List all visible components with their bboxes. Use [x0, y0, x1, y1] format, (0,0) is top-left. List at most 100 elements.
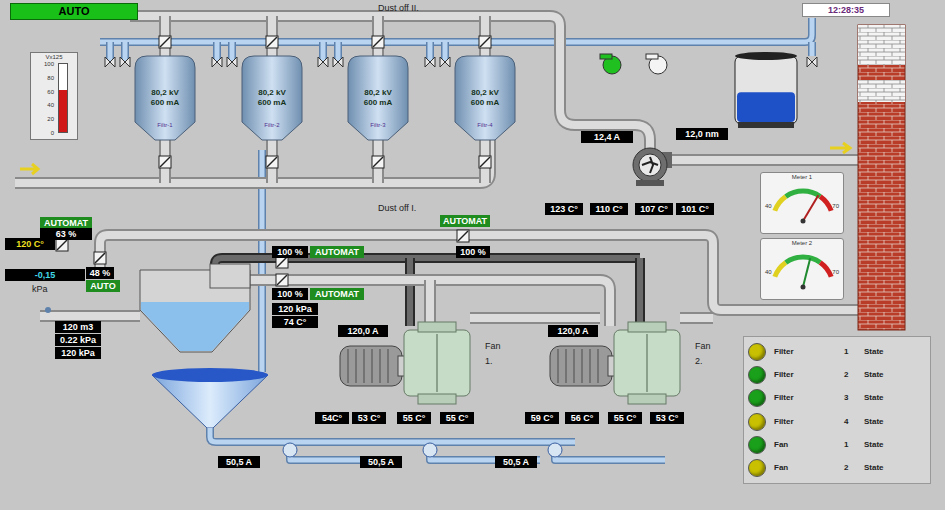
status-device: Fan [774, 462, 844, 474]
section-title: Dust off I. [376, 202, 418, 214]
meter: Meter 24070 [760, 238, 844, 300]
level-gauge: Vx125100806040200 [30, 52, 78, 140]
status-number: 2 [844, 462, 864, 474]
valve-icon[interactable] [266, 36, 278, 48]
meter-min: 40 [765, 203, 772, 210]
duct-valve-opening: 100 % [272, 288, 308, 300]
temperature: 55 C° [440, 412, 474, 424]
status-label: State [864, 346, 884, 358]
gauge-tick: 100 [34, 61, 54, 68]
small-valve-icon[interactable] [45, 307, 51, 313]
funnel-icon [152, 368, 268, 428]
status-number: 1 [844, 439, 864, 451]
status-row: Filter2State [744, 365, 930, 385]
status-device: Fan [774, 439, 844, 451]
status-row: Filter1State [744, 342, 930, 362]
hopper-icon [140, 264, 250, 352]
meter-title: Meter 1 [761, 174, 843, 181]
valve-icon[interactable] [120, 57, 130, 67]
fan-number: 2. [693, 355, 705, 367]
fan-current: 120,0 A [338, 325, 388, 337]
fan-current: 120,0 A [548, 325, 598, 337]
valve-icon[interactable] [479, 156, 491, 168]
section-title: Dust off II. [376, 2, 421, 14]
status-number: 4 [844, 416, 864, 428]
chimney-icon [858, 25, 905, 330]
dark-pipe [410, 258, 411, 326]
filter-tank-icon [135, 56, 195, 140]
valve-icon[interactable] [807, 57, 817, 67]
filter-labels: 80,2 kV600 mAFiltr-1 [140, 88, 190, 129]
valve-icon[interactable] [212, 57, 222, 67]
status-row: Filter3State [744, 388, 930, 408]
blue-pipe [217, 42, 218, 62]
valve-icon[interactable] [266, 156, 278, 168]
valve-icon[interactable] [457, 230, 469, 242]
status-label: State [864, 392, 884, 404]
valve-icon[interactable] [159, 36, 171, 48]
gray-pipe [130, 16, 650, 150]
valve-icon[interactable] [333, 57, 343, 67]
status-label: State [864, 462, 884, 474]
temperature: 123 C° [545, 203, 583, 215]
meter-min: 40 [765, 269, 772, 276]
flow-arrow-icon [20, 164, 38, 174]
inlet-pressure: -0,15 [5, 269, 85, 281]
blue-pipe [812, 42, 813, 56]
filter-tank-icon [348, 56, 408, 140]
blower-icon[interactable] [646, 54, 667, 74]
blue-pipe [210, 428, 575, 442]
valve-icon[interactable] [440, 57, 450, 67]
gauge-tick: 20 [34, 116, 54, 123]
filter-tank-icon [455, 56, 515, 140]
water-tank-icon [735, 52, 797, 128]
fan-current: 12,4 A [581, 131, 633, 143]
valve-icon[interactable] [159, 156, 171, 168]
valve-icon[interactable] [425, 57, 435, 67]
valve-icon[interactable] [318, 57, 328, 67]
filter-labels: 80,2 kV600 mAFiltr-4 [460, 88, 510, 129]
gauge-tick: 60 [34, 89, 54, 96]
status-label: State [864, 369, 884, 381]
gray-pipe [40, 316, 140, 317]
status-lamp-icon [748, 366, 766, 384]
fan-number: 1. [483, 355, 495, 367]
duct-valve-opening: 100 % [272, 246, 308, 258]
temperature: 55 C° [397, 412, 431, 424]
valve-icon[interactable] [372, 36, 384, 48]
filter-name: Filtr-1 [157, 122, 172, 129]
pump-icon[interactable] [548, 443, 665, 460]
duct-valve-mode: AUTOMAT [310, 246, 364, 258]
blue-pipe [125, 42, 126, 62]
status-device: Filter [774, 416, 844, 428]
mode-badge: AUTO [10, 3, 138, 20]
valve-icon[interactable] [479, 36, 491, 48]
pressure-unit: kPa [30, 283, 50, 295]
gray-pipe [15, 140, 490, 183]
gray-pipe [470, 318, 600, 319]
status-lamp-icon [748, 413, 766, 431]
filter-labels: 80,2 kV600 mAFiltr-3 [353, 88, 403, 129]
gauge-tick: 0 [34, 130, 54, 137]
fan-name: Fan [693, 340, 713, 352]
valve-icon[interactable] [372, 156, 384, 168]
valve-icon[interactable] [276, 274, 288, 286]
temperature: 59 C° [525, 412, 559, 424]
hopper-pressure: 0.22 kPa [55, 334, 101, 346]
blue-pipe [430, 42, 431, 62]
duct-valve-mode: AUTOMAT [310, 288, 364, 300]
blower-icon[interactable] [600, 54, 621, 74]
valve-icon[interactable] [105, 57, 115, 67]
status-lamp-icon [748, 459, 766, 477]
valve-icon[interactable] [227, 57, 237, 67]
temperature: 54C° [315, 412, 349, 424]
status-number: 3 [844, 392, 864, 404]
pump-current: 50,5 A [360, 456, 402, 468]
status-row: Fan1State [744, 435, 930, 455]
valve-icon[interactable] [94, 252, 106, 264]
gauge-tick: 80 [34, 75, 54, 82]
status-lamp-icon [748, 389, 766, 407]
valve-icon[interactable] [56, 239, 68, 251]
gauge-title: Vx125 [31, 53, 77, 61]
filter-current: 600 mA [258, 98, 286, 108]
